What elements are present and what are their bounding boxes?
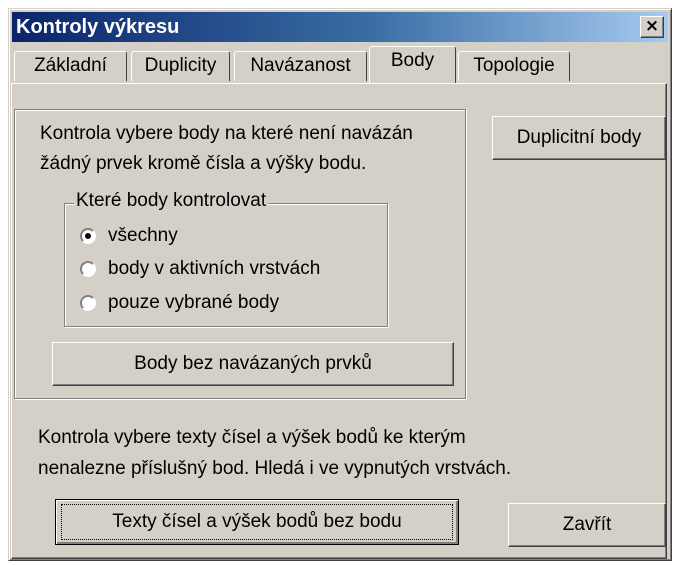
texts-without-point-button[interactable]: Texty čísel a výšek bodů bez bodu — [55, 499, 459, 545]
tab-body[interactable]: Body — [369, 46, 456, 83]
radio-active-layers-control[interactable] — [80, 261, 96, 277]
radio-all-control[interactable] — [80, 228, 96, 244]
focus-rectangle — [61, 504, 453, 540]
texts-check-description-line2: nenalezne příslušný bod. Hledá i ve vypn… — [38, 458, 512, 479]
tab-zakladni[interactable]: Základní — [14, 51, 127, 81]
window-title: Kontroly výkresu — [16, 16, 180, 38]
radio-active-layers[interactable]: body v aktivních vrstvách — [80, 257, 320, 281]
close-button[interactable]: Zavřít — [508, 503, 666, 547]
tab-topologie[interactable]: Topologie — [458, 51, 570, 81]
duplicate-points-button[interactable]: Duplicitní body — [492, 116, 666, 160]
tab-duplicity[interactable]: Duplicity — [131, 51, 230, 81]
radio-selected-only[interactable]: pouze vybrané body — [80, 291, 279, 315]
close-icon: × — [644, 16, 660, 36]
radio-active-layers-label: body v aktivních vrstvách — [108, 258, 321, 279]
radio-selected-only-control[interactable] — [80, 295, 96, 311]
points-check-description-line1: Kontrola vybere body na které není naváz… — [40, 123, 413, 144]
close-window-button[interactable]: × — [640, 16, 664, 38]
radio-all[interactable]: všechny — [80, 224, 178, 248]
points-check-description-line2: žádný prvek kromě čísla a výšky bodu. — [40, 153, 367, 174]
title-bar[interactable]: Kontroly výkresu × — [12, 12, 668, 42]
tab-navazanost[interactable]: Navázanost — [234, 51, 367, 81]
radio-selected-only-label: pouze vybrané body — [108, 292, 280, 313]
points-without-links-button[interactable]: Body bez navázaných prvků — [52, 342, 454, 386]
texts-check-description-line1: Kontrola vybere texty čísel a výšek bodů… — [38, 427, 466, 448]
radio-all-label: všechny — [108, 225, 178, 246]
which-points-group-label: Které body kontrolovat — [74, 187, 269, 215]
